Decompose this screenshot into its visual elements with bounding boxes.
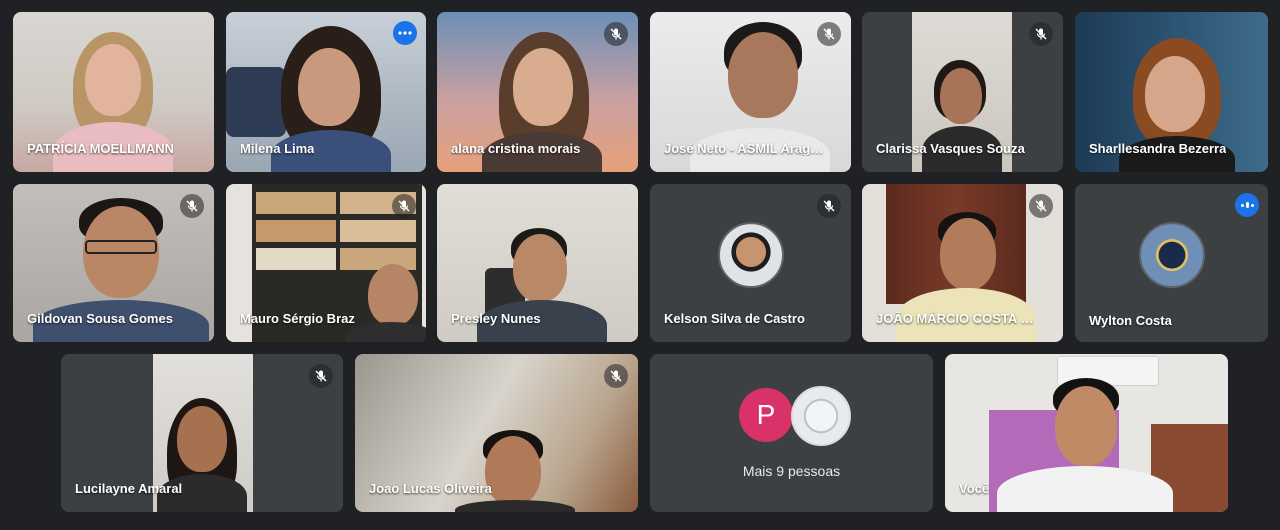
participant-tile[interactable]: Joao Lucas Oliveira (355, 354, 638, 512)
participant-tile-active[interactable]: Milena Lima (226, 12, 426, 172)
participant-name: Clarissa Vasques Souza (876, 141, 1025, 156)
mic-off-icon (604, 364, 628, 388)
mic-off-icon (604, 22, 628, 46)
self-view-tile[interactable]: Você (945, 354, 1228, 512)
participant-name: JOÃO MÁRCIO COSTA M... (876, 311, 1041, 326)
participant-name: Kelson Silva de Castro (664, 311, 805, 326)
participant-tile[interactable]: alana cristina morais (437, 12, 638, 172)
participant-name: Presley Nunes (451, 311, 541, 326)
mic-off-icon (392, 194, 416, 218)
participant-name: Joao Lucas Oliveira (369, 481, 492, 496)
participant-tile[interactable]: Gildovan Sousa Gomes (13, 184, 214, 342)
more-participants-label: Mais 9 pessoas (742, 463, 841, 479)
participant-tile[interactable]: JOÃO MÁRCIO COSTA M... (862, 184, 1063, 342)
participant-name: PATRÍCIA MOELLMANN (27, 141, 175, 156)
participant-name: Wylton Costa (1089, 313, 1172, 328)
avatar (717, 222, 784, 289)
participant-tile-camera-off[interactable]: Kelson Silva de Castro (650, 184, 851, 342)
participant-name: Lucilayne Amaral (75, 481, 183, 496)
participant-name: Gildovan Sousa Gomes (27, 311, 173, 326)
mic-off-icon (1029, 22, 1053, 46)
mic-off-icon (1029, 194, 1053, 218)
mic-off-icon (817, 22, 841, 46)
participant-tile[interactable]: Lucilayne Amaral (61, 354, 343, 512)
participant-name: Milena Lima (240, 141, 315, 156)
mic-off-icon (180, 194, 204, 218)
participant-name: Você (959, 481, 990, 496)
participant-tile[interactable]: Sharllesandra Bezerra (1075, 12, 1268, 172)
participant-name: José Neto - ASMIL Aragu... (664, 141, 829, 156)
mic-off-icon (817, 194, 841, 218)
participant-tile[interactable]: Clarissa Vasques Souza (862, 12, 1063, 172)
participant-tile[interactable]: Presley Nunes (437, 184, 638, 342)
more-participants-tile[interactable]: P Mais 9 pessoas (650, 354, 933, 512)
mic-off-icon (309, 364, 333, 388)
participant-name: Mauro Sérgio Braz (240, 311, 355, 326)
participant-tile[interactable]: José Neto - ASMIL Aragu... (650, 12, 851, 172)
participant-tile[interactable]: Mauro Sérgio Braz (226, 184, 426, 342)
participant-tile[interactable]: PATRÍCIA MOELLMANN (13, 12, 214, 172)
avatar: P (739, 388, 793, 442)
speaking-indicator-icon (1235, 193, 1259, 217)
participant-name: alana cristina morais (451, 141, 581, 156)
avatar (1138, 222, 1205, 289)
more-options-icon[interactable] (393, 21, 417, 45)
participant-tile-camera-off[interactable]: Wylton Costa (1075, 184, 1268, 342)
participant-name: Sharllesandra Bezerra (1089, 141, 1227, 156)
avatar-logo-icon (791, 386, 851, 446)
